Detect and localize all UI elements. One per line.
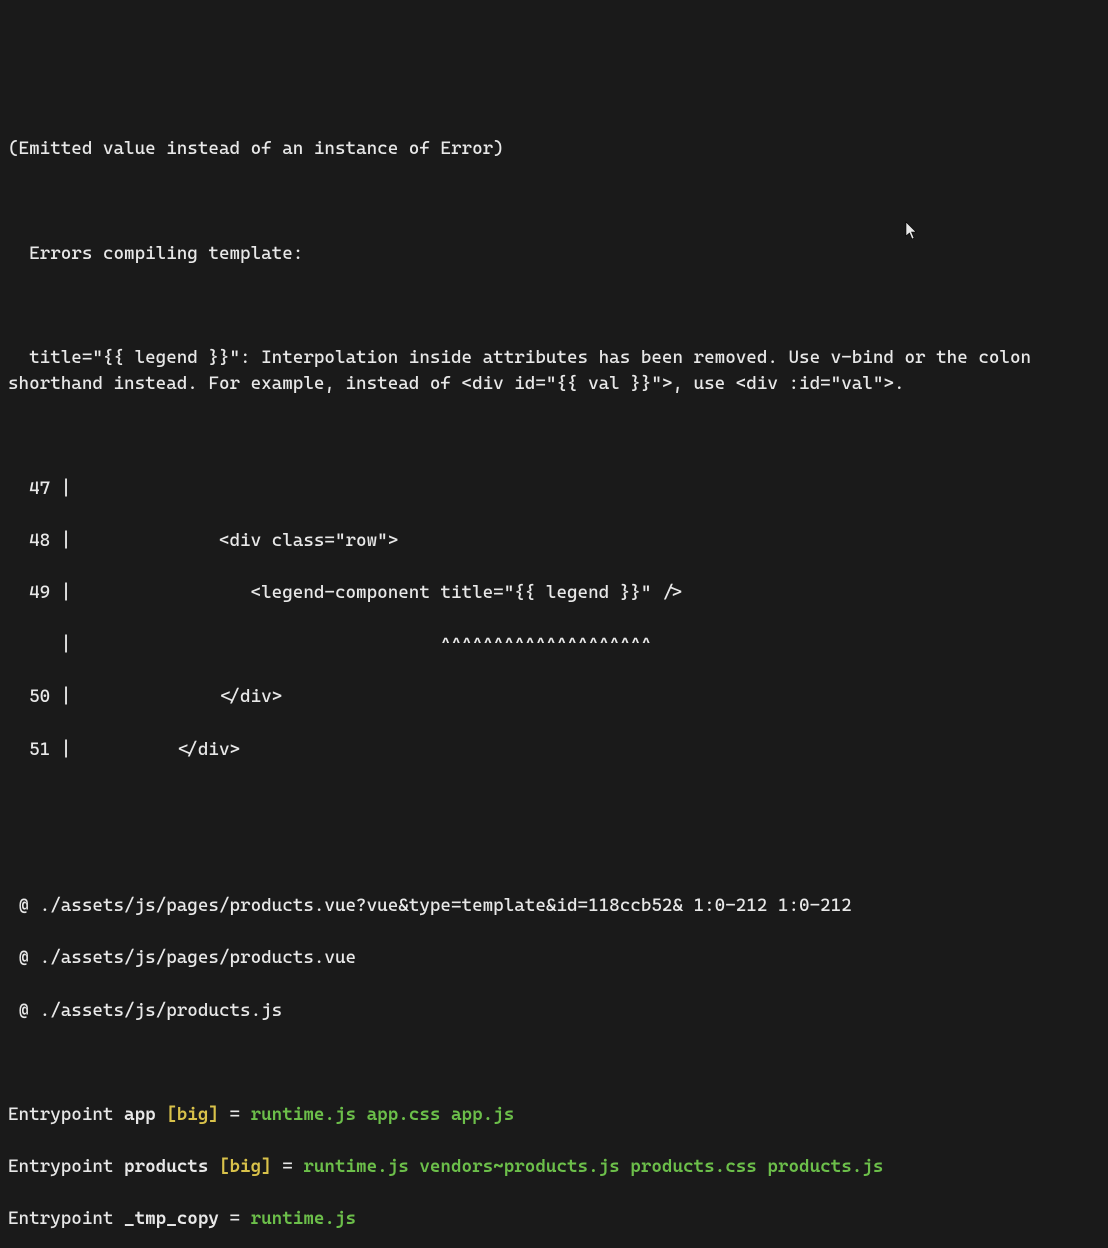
entrypoint-files: runtime.js app.css app.js: [251, 1104, 515, 1125]
equals: =: [219, 1104, 251, 1125]
code-line-47: 47 |: [8, 476, 1100, 502]
big-tag: [big]: [208, 1156, 271, 1177]
entrypoint-files: runtime.js vendors~products.js products.…: [303, 1156, 883, 1177]
blank-line: [8, 1050, 1100, 1076]
entrypoint-files: runtime.js: [251, 1208, 356, 1229]
entrypoint-line: Entrypoint products [big] = runtime.js v…: [8, 1154, 1100, 1180]
entrypoint-prefix: Entrypoint: [8, 1104, 124, 1125]
section-title: Errors compiling template:: [8, 241, 1100, 267]
code-line-50: 50 | </div>: [8, 684, 1100, 710]
trace-line-2: @ ./assets/js/pages/products.vue: [8, 945, 1100, 971]
big-tag: [big]: [156, 1104, 219, 1125]
blank-line: [8, 293, 1100, 319]
code-line-48: 48 | <div class="row">: [8, 528, 1100, 554]
error-message: title="{{ legend }}": Interpolation insi…: [8, 345, 1100, 397]
equals: =: [219, 1208, 251, 1229]
entrypoint-name: app: [124, 1104, 156, 1125]
code-line-51: 51 | </div>: [8, 737, 1100, 763]
equals: =: [272, 1156, 304, 1177]
trace-line-3: @ ./assets/js/products.js: [8, 998, 1100, 1024]
entrypoint-prefix: Entrypoint: [8, 1156, 124, 1177]
terminal-output: (Emitted value instead of an instance of…: [8, 110, 1100, 1248]
entrypoint-line: Entrypoint app [big] = runtime.js app.cs…: [8, 1102, 1100, 1128]
blank-line: [8, 424, 1100, 450]
code-caret: | ^^^^^^^^^^^^^^^^^^^^: [8, 632, 1100, 658]
entrypoint-name: _tmp_copy: [124, 1208, 219, 1229]
blank-line: [8, 841, 1100, 867]
entrypoint-line: Entrypoint _tmp_copy = runtime.js: [8, 1206, 1100, 1232]
entrypoint-prefix: Entrypoint: [8, 1208, 124, 1229]
code-line-49: 49 | <legend-component title="{{ legend …: [8, 580, 1100, 606]
error-header: (Emitted value instead of an instance of…: [8, 136, 1100, 162]
blank-line: [8, 189, 1100, 215]
blank-line: [8, 789, 1100, 815]
trace-line-1: @ ./assets/js/pages/products.vue?vue&typ…: [8, 893, 1100, 919]
entrypoint-name: products: [124, 1156, 208, 1177]
